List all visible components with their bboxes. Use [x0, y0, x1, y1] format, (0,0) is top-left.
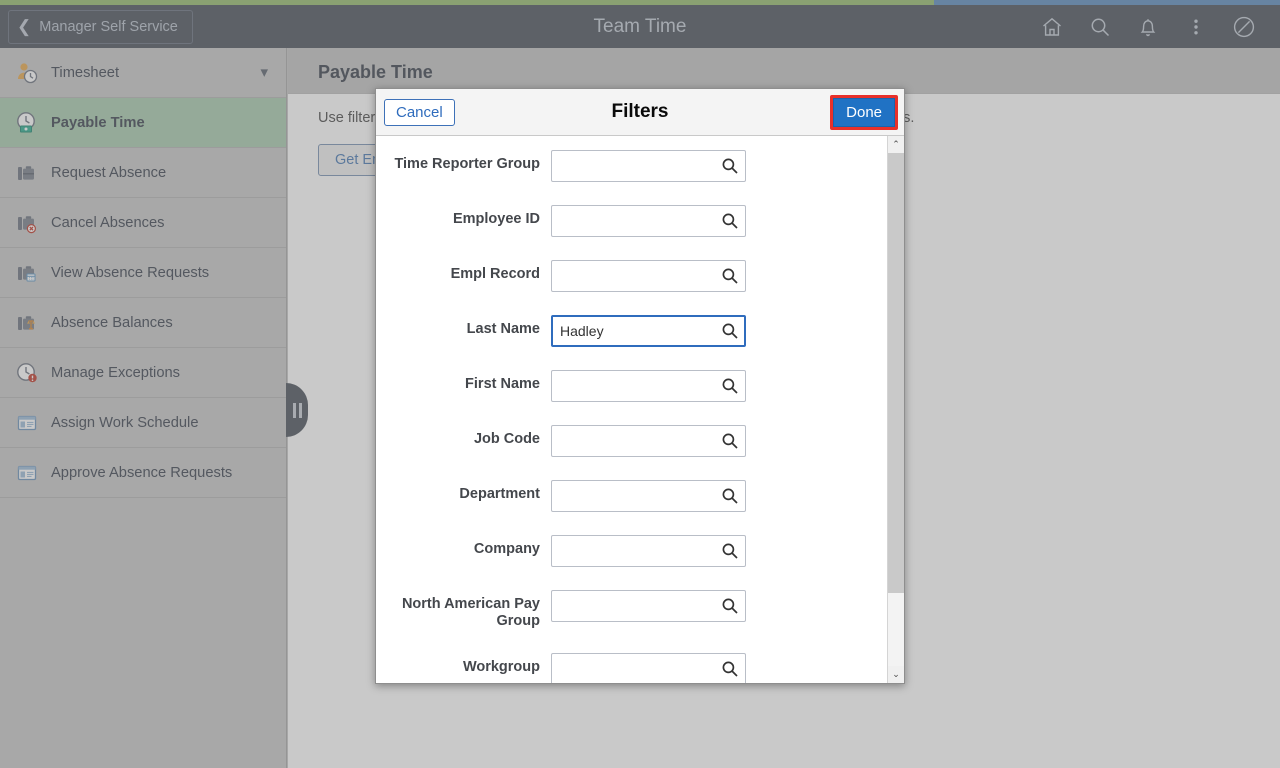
- filter-field-control: [551, 260, 746, 292]
- lookup-search-icon[interactable]: [720, 431, 740, 451]
- filter-row: Department: [376, 480, 888, 512]
- scroll-down-arrow-icon[interactable]: ⌄: [888, 666, 904, 683]
- done-button-highlight: Done: [830, 94, 898, 130]
- filter-field-label: Department: [459, 486, 540, 502]
- lookup-search-icon[interactable]: [720, 659, 740, 679]
- filters-modal-body: Time Reporter Group Employee ID Empl Recor…: [376, 136, 904, 683]
- lookup-search-icon[interactable]: [720, 596, 740, 616]
- filter-input[interactable]: [551, 590, 746, 622]
- filter-input[interactable]: [551, 370, 746, 402]
- filter-input[interactable]: [551, 150, 746, 182]
- filter-field-label: Workgroup: [462, 659, 540, 675]
- application-root: ❮ Manager Self Service Team Time Timeshe…: [0, 0, 1280, 768]
- filter-field-label: Employee ID: [452, 211, 540, 227]
- cancel-button[interactable]: Cancel: [384, 98, 455, 126]
- filter-field-label: Last Name: [466, 321, 540, 337]
- filter-field-control: [551, 315, 746, 347]
- lookup-search-icon[interactable]: [720, 156, 740, 176]
- filter-input[interactable]: [551, 260, 746, 292]
- scroll-up-arrow-icon[interactable]: ⌃: [888, 136, 904, 153]
- lookup-search-icon[interactable]: [720, 376, 740, 396]
- filter-row: Company: [376, 535, 888, 567]
- filter-field-control: [551, 590, 746, 622]
- lookup-search-icon[interactable]: [720, 486, 740, 506]
- filter-input[interactable]: [551, 535, 746, 567]
- filter-field-label: Empl Record: [450, 266, 540, 282]
- filter-input[interactable]: [551, 653, 746, 683]
- filter-field-control: [551, 653, 746, 683]
- filter-field-control: [551, 370, 746, 402]
- filter-row: Last Name: [376, 315, 888, 347]
- filter-input[interactable]: [551, 315, 746, 347]
- filter-input[interactable]: [551, 205, 746, 237]
- filter-input[interactable]: [551, 480, 746, 512]
- filter-row: North American Pay Group: [376, 590, 888, 630]
- filters-modal-title: Filters: [611, 101, 669, 122]
- filter-field-label: Company: [473, 541, 540, 557]
- filter-fields-form: Time Reporter Group Employee ID Empl Recor…: [376, 136, 888, 683]
- done-button[interactable]: Done: [833, 97, 895, 127]
- filters-modal-header: Cancel Filters Done: [376, 89, 904, 136]
- filter-row: Workgroup: [376, 653, 888, 683]
- filter-input[interactable]: [551, 425, 746, 457]
- filter-field-label: North American Pay Group: [401, 596, 540, 629]
- filter-field-control: [551, 425, 746, 457]
- lookup-search-icon[interactable]: [720, 321, 740, 341]
- scrollbar-thumb[interactable]: [888, 153, 904, 593]
- lookup-search-icon[interactable]: [720, 211, 740, 231]
- lookup-search-icon[interactable]: [720, 541, 740, 561]
- filter-row: First Name: [376, 370, 888, 402]
- filters-modal: Cancel Filters Done Time Reporter Group E…: [375, 88, 905, 684]
- filter-field-control: [551, 480, 746, 512]
- filter-field-label: Job Code: [473, 431, 540, 447]
- filter-row: Job Code: [376, 425, 888, 457]
- filter-field-label: First Name: [465, 376, 540, 392]
- filter-field-label: Time Reporter Group: [394, 156, 540, 172]
- lookup-search-icon[interactable]: [720, 266, 740, 286]
- filter-field-control: [551, 205, 746, 237]
- filter-field-control: [551, 535, 746, 567]
- filter-field-control: [551, 150, 746, 182]
- filter-row: Time Reporter Group: [376, 150, 888, 182]
- filters-modal-scrollbar[interactable]: ⌃ ⌄: [887, 136, 904, 683]
- filter-row: Empl Record: [376, 260, 888, 292]
- filter-row: Employee ID: [376, 205, 888, 237]
